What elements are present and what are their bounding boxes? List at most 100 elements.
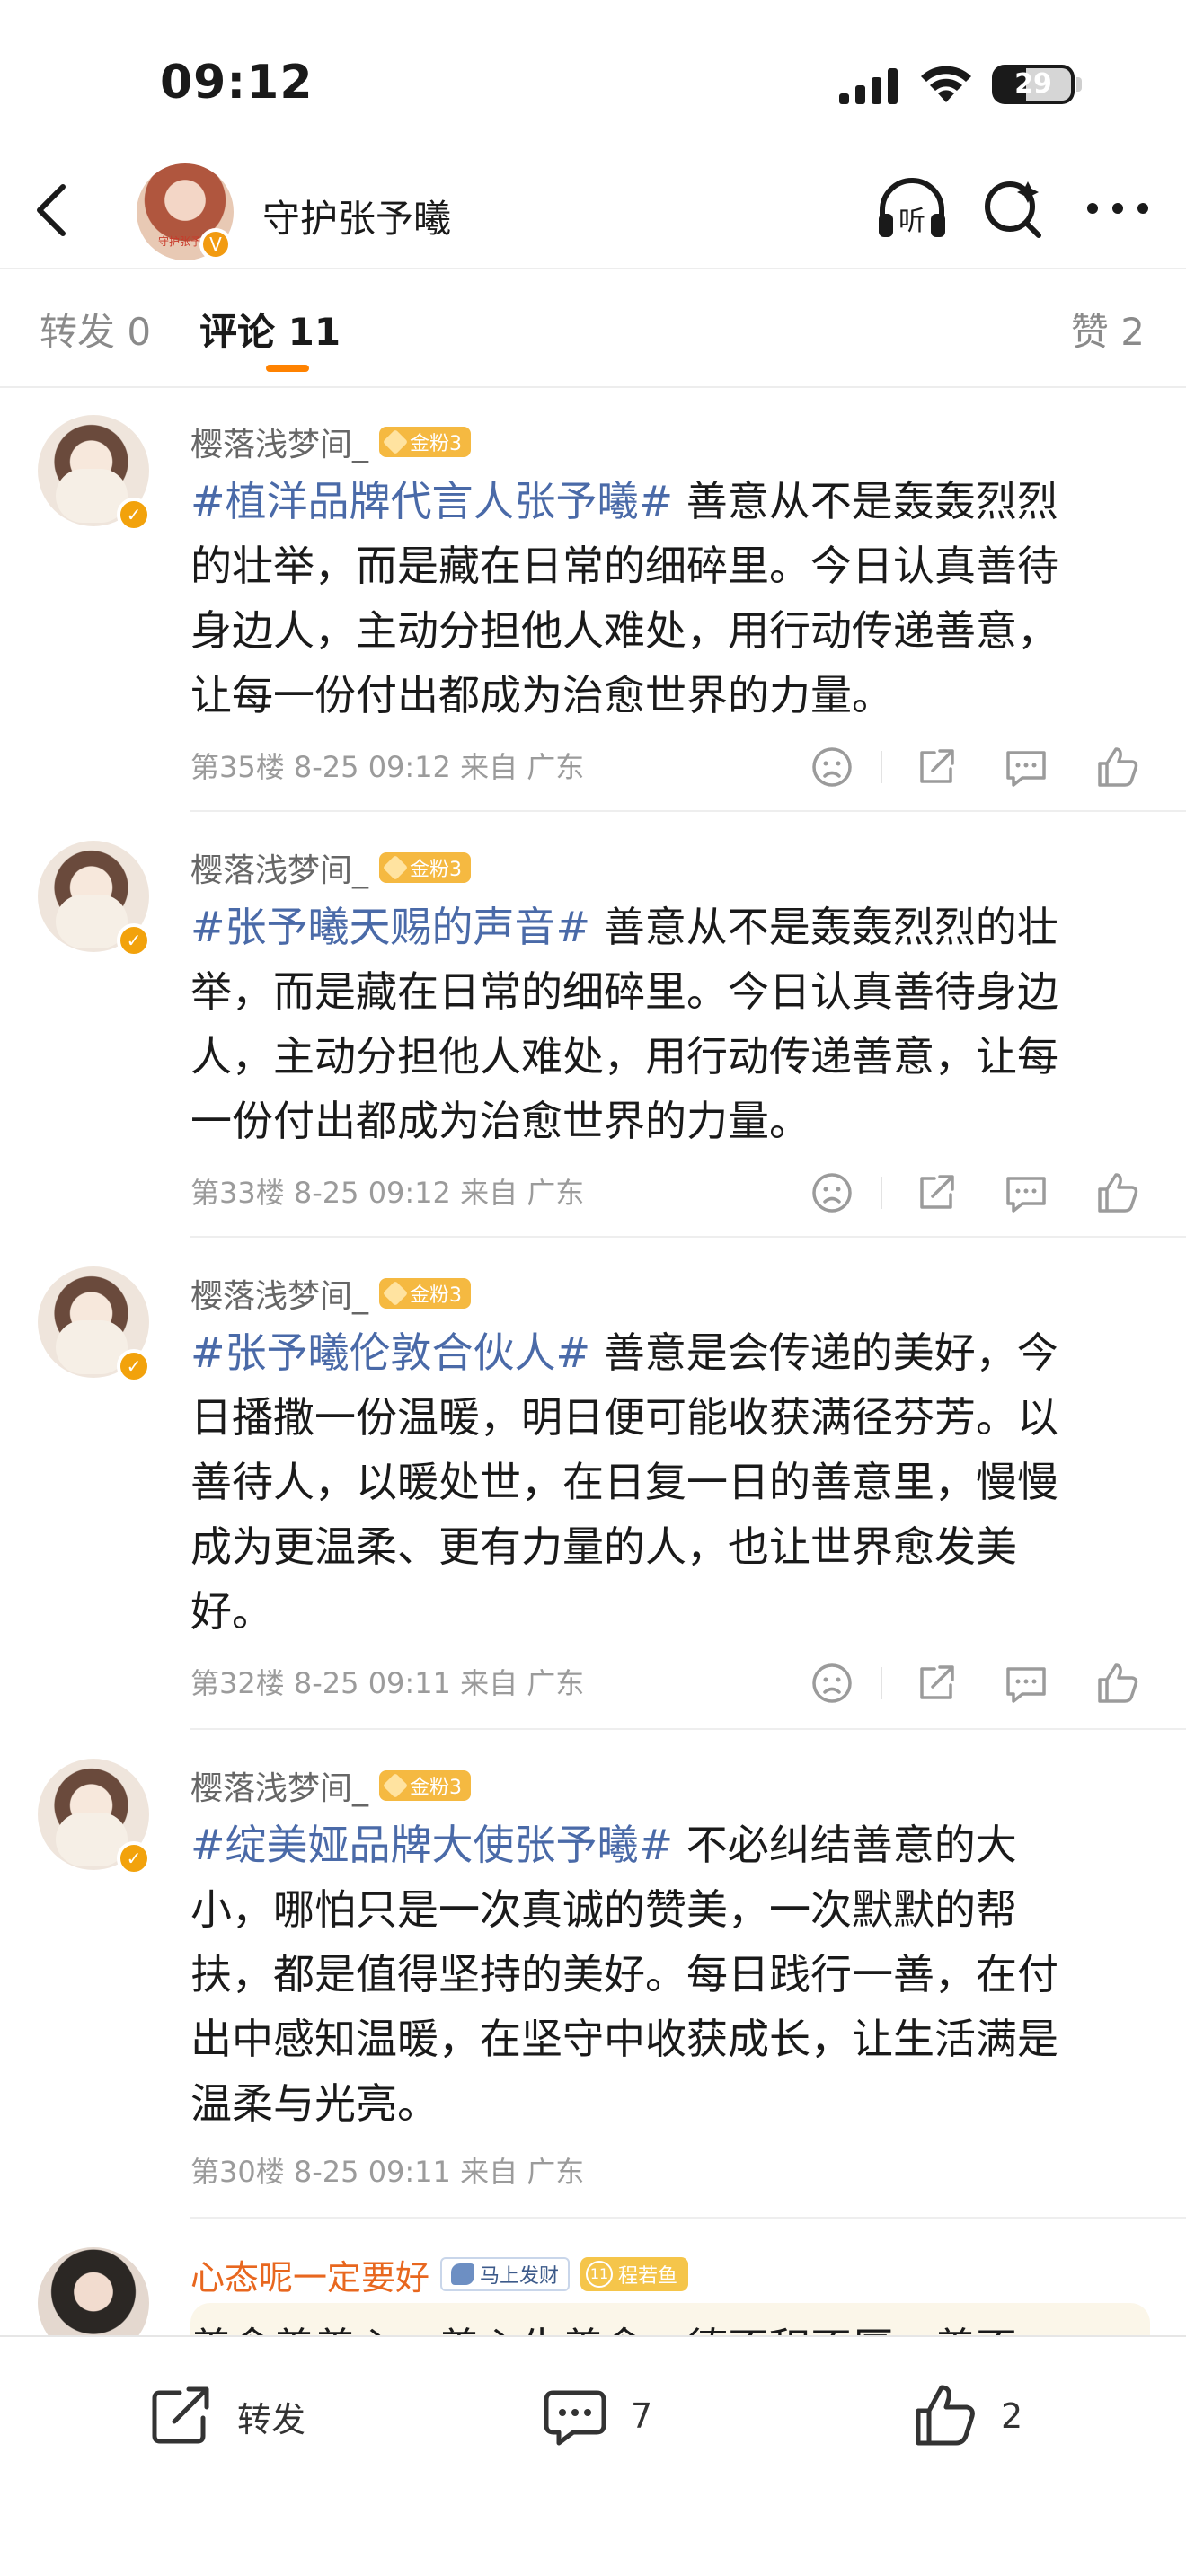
like-button[interactable]: 2 bbox=[909, 2380, 1022, 2452]
badge-label: 金粉3 bbox=[410, 1284, 463, 1307]
comment-line: 不必纠结善意的大 bbox=[673, 1821, 1017, 1869]
comment-line: 温柔与光亮。 bbox=[190, 2079, 438, 2128]
gem-icon bbox=[382, 428, 409, 455]
badge-label: 程若鱼 bbox=[618, 2265, 678, 2288]
comment-meta: 第30楼 8-25 09:11 来自 广东 bbox=[190, 2155, 585, 2189]
fan-level-badge[interactable]: 金粉3 bbox=[379, 427, 472, 457]
comment-line: 小，哪怕只是一次真诚的赞美，一次默默的帮 bbox=[190, 1885, 1017, 1934]
listen-headphones-icon[interactable]: 听 bbox=[875, 176, 949, 241]
badge-label: 马上发财 bbox=[480, 2265, 560, 2288]
comment-count: 7 bbox=[631, 2396, 653, 2436]
comment-line: 一份付出都成为治愈世界的力量。 bbox=[190, 1097, 810, 1145]
repost-button[interactable]: 转发 bbox=[146, 2380, 305, 2452]
divider bbox=[190, 810, 1186, 812]
tab-reposts[interactable]: 转发 0 bbox=[40, 302, 151, 357]
bottom-action-bar: 转发 7 2 bbox=[0, 2335, 1186, 2576]
comment-line: 出中感知温暖，在坚守中收获成长，让生活满是 bbox=[190, 2015, 1058, 2063]
divider bbox=[881, 1667, 882, 1699]
divider bbox=[881, 751, 882, 783]
comment-line: 日播撒一份温暖，明日便可能收获满径芬芳。以 bbox=[190, 1393, 1058, 1442]
comment-actions bbox=[800, 740, 1159, 794]
verified-icon: ✓ bbox=[117, 923, 151, 957]
topic-link[interactable]: #绽美娅品牌大使张予曦# bbox=[190, 1821, 673, 1869]
dislike-icon[interactable] bbox=[805, 1656, 859, 1710]
gem-icon bbox=[382, 854, 409, 881]
comment-username[interactable]: 樱落浅梦间_ bbox=[190, 1270, 368, 1317]
fan-level-badge[interactable]: 11 程若鱼 bbox=[580, 2257, 689, 2291]
active-tab-indicator bbox=[266, 365, 309, 372]
comment-line: 善意是会传递的美好，今 bbox=[590, 1328, 1058, 1377]
comment-meta: 第35楼 8-25 09:12 来自 广东 bbox=[190, 750, 585, 784]
fan-level-badge[interactable]: 金粉3 bbox=[379, 1278, 472, 1309]
comment-text: #绽美娅品牌大使张予曦# 不必纠结善意的大 小，哪怕只是一次真诚的赞美，一次默默… bbox=[190, 1813, 1150, 2136]
battery-tip bbox=[1076, 77, 1082, 92]
comment-line: 人，主动分担他人难处，用行动传递善意，让每 bbox=[190, 1032, 1058, 1081]
divider bbox=[190, 2217, 1186, 2219]
comment-line: 让每一份付出都成为治愈世界的力量。 bbox=[190, 671, 893, 719]
verified-badge-icon: V bbox=[199, 228, 232, 260]
svg-text:听: 听 bbox=[898, 206, 925, 237]
comment-icon[interactable] bbox=[999, 740, 1053, 794]
tab-comments[interactable]: 评论 11 bbox=[199, 302, 341, 357]
comment-button[interactable]: 7 bbox=[539, 2380, 652, 2452]
comment-line: 扶，都是值得坚持的美好。每日践行一善，在付 bbox=[190, 1950, 1058, 1998]
tab-likes[interactable]: 赞 2 bbox=[1071, 302, 1145, 357]
verified-icon: ✓ bbox=[117, 498, 151, 532]
fan-level-badge[interactable]: 金粉3 bbox=[379, 1770, 472, 1801]
topic-link[interactable]: #植洋品牌代言人张予曦# bbox=[190, 477, 673, 525]
comment-line: 身边人，主动分担他人难处，用行动传递善意， bbox=[190, 606, 1058, 655]
nav-header: 守护张予曦 V 守护张予曦 听 bbox=[0, 153, 1186, 268]
comment-username[interactable]: 心态呢一定要好 bbox=[190, 2250, 429, 2299]
repost-icon bbox=[152, 2386, 209, 2444]
horse-badge[interactable]: 马上发财 bbox=[440, 2257, 571, 2291]
dislike-icon[interactable] bbox=[805, 740, 859, 794]
status-bar: 09:12 29 bbox=[0, 0, 1186, 153]
battery-level: 29 bbox=[1014, 68, 1052, 100]
status-time: 09:12 bbox=[160, 56, 314, 110]
comment-icon bbox=[544, 2390, 606, 2446]
fan-level-badge[interactable]: 金粉3 bbox=[379, 852, 472, 883]
comment-text: #植洋品牌代言人张予曦# 善意从不是轰轰烈烈 的壮举，而是藏在日常的细碎里。今日… bbox=[190, 469, 1150, 728]
comment-icon[interactable] bbox=[999, 1656, 1053, 1710]
comment-line: 举，而是藏在日常的细碎里。今日认真善待身边 bbox=[190, 967, 1058, 1016]
share-icon[interactable] bbox=[909, 1166, 963, 1220]
comment-username[interactable]: 樱落浅梦间_ bbox=[190, 844, 368, 891]
like-icon[interactable] bbox=[1091, 1656, 1145, 1710]
back-icon[interactable] bbox=[27, 181, 77, 239]
comment-line: 的壮举，而是藏在日常的细碎里。今日认真善待 bbox=[190, 542, 1058, 590]
tab-bar: 转发 0 评论 11 赞 2 bbox=[0, 269, 1186, 388]
gem-icon bbox=[382, 1772, 409, 1799]
like-icon[interactable] bbox=[1091, 740, 1145, 794]
comment-meta: 第32楼 8-25 09:11 来自 广东 bbox=[190, 1666, 585, 1700]
more-options-icon[interactable] bbox=[1084, 180, 1152, 237]
comment-icon[interactable] bbox=[999, 1166, 1053, 1220]
like-icon[interactable] bbox=[1091, 1166, 1145, 1220]
comment-line: 善待人，以暖处世，在日复一日的善意里，慢慢 bbox=[190, 1458, 1058, 1506]
badge-label: 金粉3 bbox=[410, 1777, 463, 1799]
wifi-icon bbox=[921, 66, 971, 102]
divider bbox=[881, 1177, 882, 1209]
comment-actions bbox=[800, 1166, 1159, 1220]
repost-label: 转发 bbox=[237, 2399, 306, 2439]
topic-link[interactable]: #张予曦伦敦合伙人# bbox=[190, 1328, 590, 1377]
battery-icon: 29 bbox=[992, 65, 1075, 104]
level-number: 11 bbox=[586, 2261, 614, 2288]
comment-username[interactable]: 樱落浅梦间_ bbox=[190, 1762, 368, 1809]
comment-meta: 第33楼 8-25 09:12 来自 广东 bbox=[190, 1176, 585, 1210]
verified-icon: ✓ bbox=[117, 1841, 151, 1875]
like-count: 2 bbox=[1001, 2396, 1023, 2436]
comment-text: #张予曦伦敦合伙人# 善意是会传递的美好，今 日播撒一份温暖，明日便可能收获满径… bbox=[190, 1320, 1150, 1644]
comment-line: 善意从不是轰轰烈烈的壮 bbox=[590, 903, 1058, 951]
comment-actions bbox=[800, 1656, 1159, 1710]
dislike-icon[interactable] bbox=[805, 1166, 859, 1220]
divider bbox=[190, 1236, 1186, 1238]
share-icon[interactable] bbox=[909, 1656, 963, 1710]
search-icon[interactable] bbox=[981, 176, 1044, 241]
divider bbox=[0, 386, 1186, 388]
page-title[interactable]: 守护张予曦 bbox=[262, 189, 451, 243]
badge-label: 金粉3 bbox=[410, 433, 463, 455]
gem-icon bbox=[382, 1280, 409, 1307]
share-icon[interactable] bbox=[909, 740, 963, 794]
topic-link[interactable]: #张予曦天赐的声音# bbox=[190, 903, 590, 951]
comment-username[interactable]: 樱落浅梦间_ bbox=[190, 419, 368, 465]
